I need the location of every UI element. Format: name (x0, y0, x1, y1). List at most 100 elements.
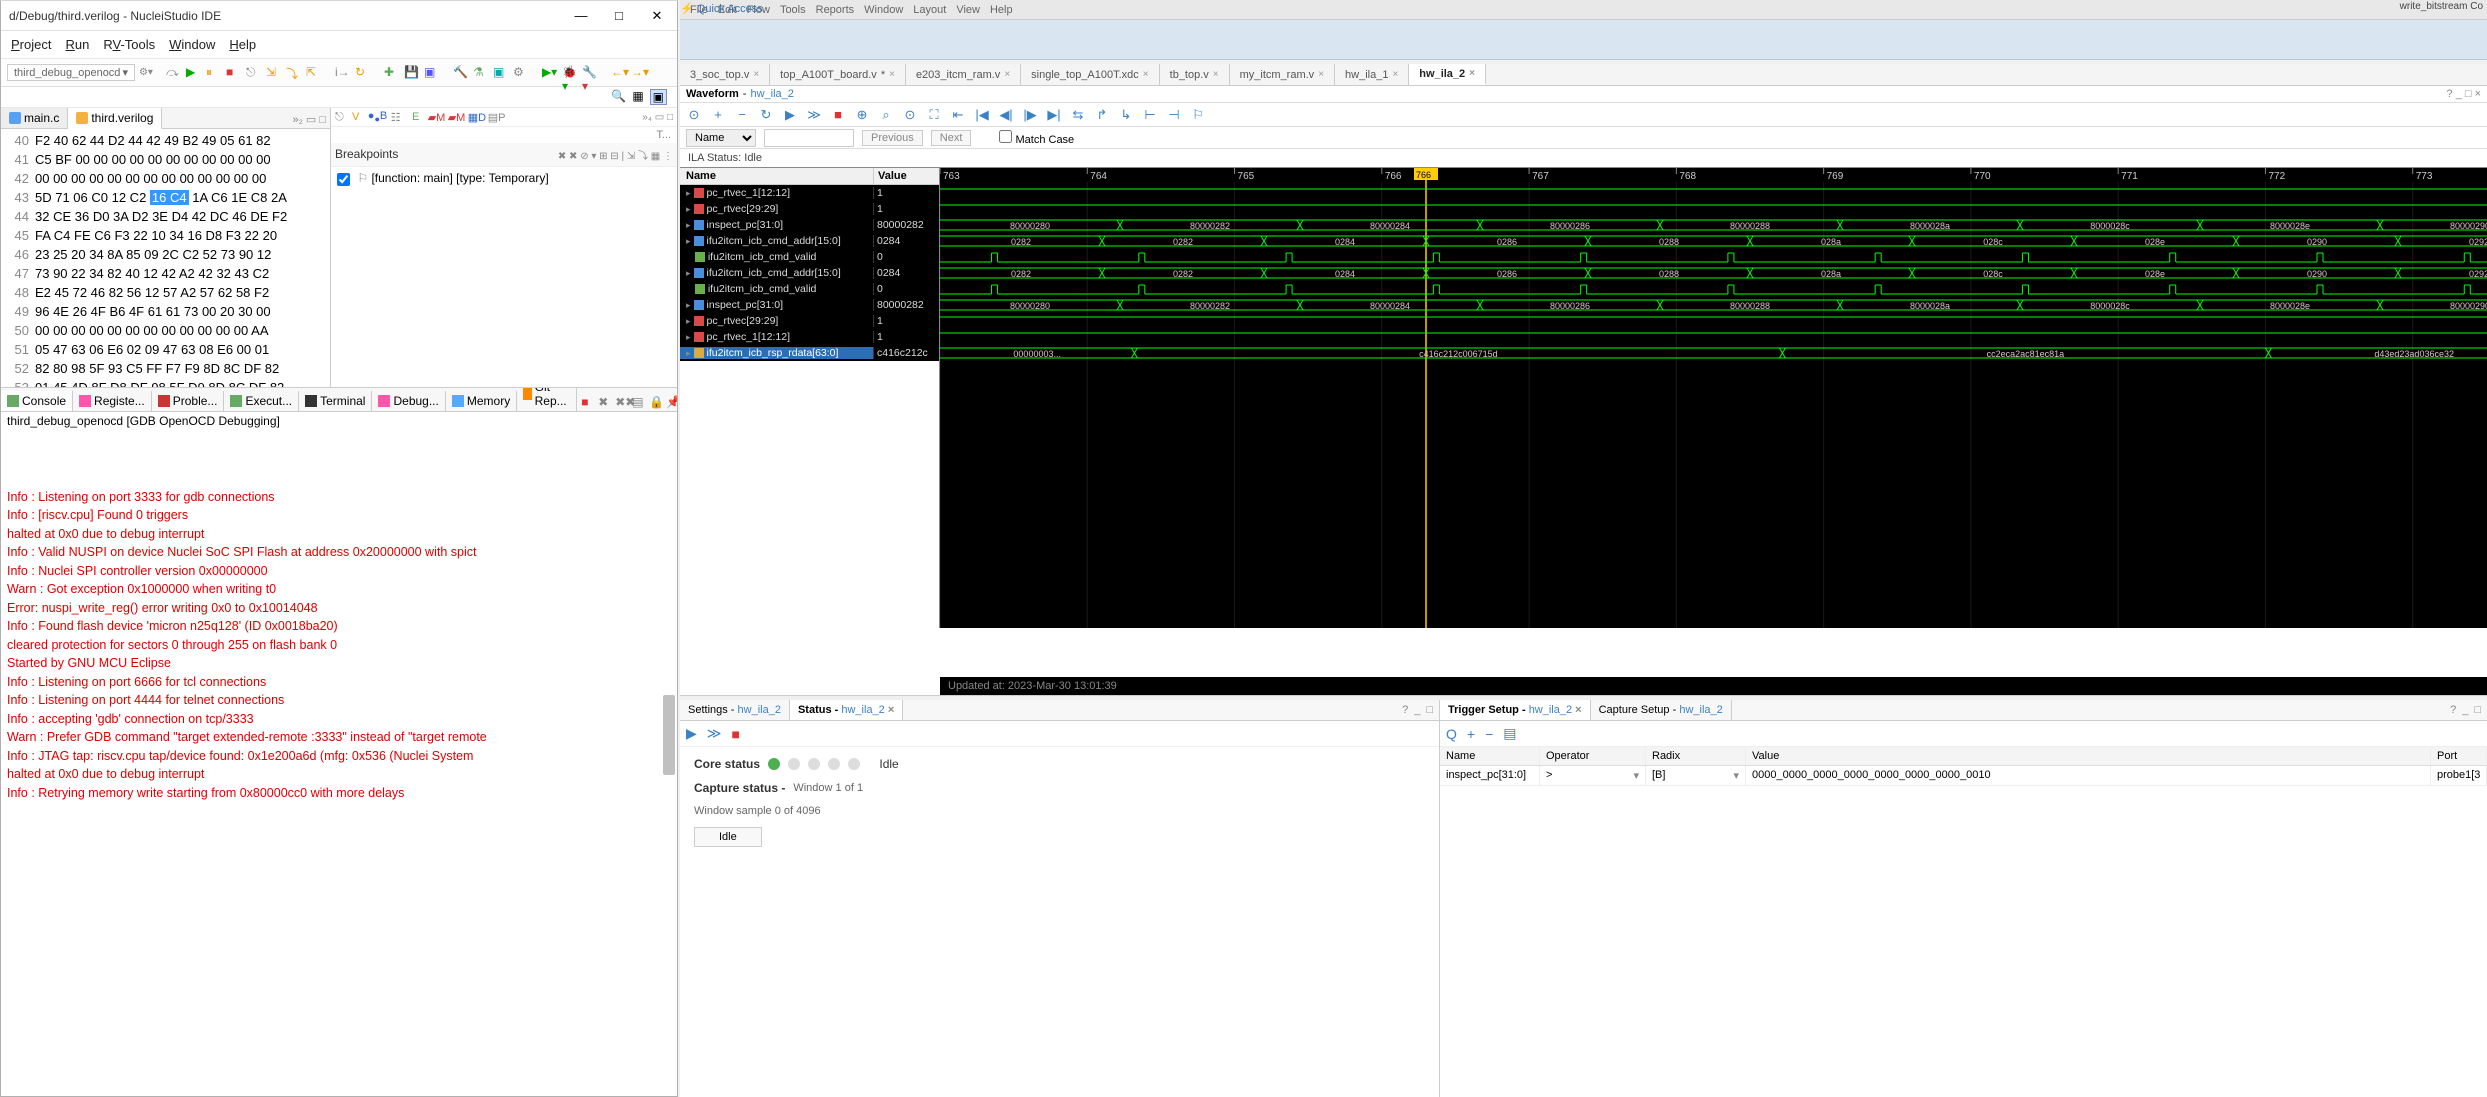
tab-main-c[interactable]: main.c (1, 108, 68, 128)
close-tab-icon[interactable]: × (889, 69, 895, 80)
rerun-icon[interactable]: ↻ (758, 107, 774, 123)
zoom-area-icon[interactable]: ⊙ (902, 107, 918, 123)
step-over-icon[interactable]: ⤵ (286, 65, 302, 81)
close-tab-icon[interactable]: × (753, 69, 759, 80)
step-return-icon[interactable]: ⇱ (306, 65, 322, 81)
save-all-icon[interactable]: ▣ (424, 65, 440, 81)
stop-icon[interactable]: ■ (226, 65, 242, 81)
forward-icon[interactable]: →▾ (631, 65, 647, 81)
search-field-combo[interactable]: Name (686, 129, 756, 147)
mod-m-icon[interactable]: ▰M (428, 111, 444, 124)
pause-icon[interactable]: ⏸ (206, 65, 222, 81)
signal-row[interactable]: ▸pc_rtvec_1[12:12]1 (680, 185, 939, 201)
close-tab-icon[interactable]: × (1318, 69, 1324, 80)
tab-a100t-board[interactable]: top_A100T_board.v *× (770, 64, 906, 85)
back-icon[interactable]: ←▾ (611, 65, 627, 81)
new-icon[interactable]: ✚ (384, 65, 400, 81)
tab-git[interactable]: Git Rep... (517, 388, 577, 411)
close-tab-icon[interactable]: × (1143, 69, 1149, 80)
launch-config-combo[interactable]: third_debug_openocd ▾ (7, 64, 135, 81)
add-icon[interactable]: + (710, 107, 726, 123)
flag-icon[interactable]: ⚐ (1190, 107, 1206, 123)
ffwd-icon[interactable]: ≫ (806, 107, 822, 123)
tab-console[interactable]: Console (1, 391, 73, 412)
debug-icon[interactable]: 🐞▾ (562, 65, 578, 81)
value-column-header[interactable]: Value (873, 168, 939, 184)
menu-help[interactable]: Help (229, 37, 256, 52)
ext-tools-icon[interactable]: 🔧▾ (582, 65, 598, 81)
minimize-button[interactable]: — (567, 5, 595, 27)
tab-debug[interactable]: Debug... (372, 391, 445, 411)
help-icon[interactable]: ? (1402, 704, 1408, 716)
search-icon[interactable]: 🔍 (611, 89, 626, 105)
status-play-icon[interactable]: ▶ (686, 725, 697, 742)
name-column-header[interactable]: Name (680, 168, 873, 184)
tab-hw-ila-2[interactable]: hw_ila_2 × (1409, 64, 1486, 85)
breakpoint-item[interactable]: ⚐ [function: main] [type: Temporary] (337, 171, 549, 185)
expr-e-icon[interactable]: E (408, 111, 424, 123)
trig-menu-icon[interactable]: ▤ (1503, 725, 1516, 742)
trig-hdr-name[interactable]: Name (1440, 747, 1540, 765)
resume-icon[interactable]: ▶ (186, 65, 202, 81)
go-start-icon[interactable]: |◀ (974, 107, 990, 123)
trig-hdr-value[interactable]: Value (1746, 747, 2431, 765)
pin-icon[interactable]: 📌 (666, 395, 677, 409)
close-tab-icon[interactable]: × (1469, 68, 1475, 79)
help-icon[interactable]: ? (2450, 704, 2456, 716)
tab-registers[interactable]: Registe... (73, 391, 152, 411)
tab-settings[interactable]: Settings - hw_ila_2 (680, 700, 790, 720)
tab-executables[interactable]: Execut... (224, 391, 299, 411)
close-tab-icon[interactable]: × (1392, 69, 1398, 80)
play-icon[interactable]: ▶ (782, 107, 798, 123)
var-v-icon[interactable]: V (348, 111, 364, 123)
instruction-step-icon[interactable]: i→ (335, 65, 351, 81)
save-icon[interactable]: 💾 (404, 65, 420, 81)
remove-icon[interactable]: ✖ (598, 395, 612, 409)
gear-icon[interactable]: ⚙ (513, 65, 529, 81)
next-button[interactable]: Next (931, 130, 972, 146)
perspective-icon[interactable]: ▣ (650, 89, 667, 105)
disconnect-icon[interactable]: ⎋ (246, 65, 262, 81)
tab-memory[interactable]: Memory (446, 391, 517, 411)
build-icon[interactable]: 🔨 (453, 65, 469, 81)
idle-button[interactable]: Idle (694, 827, 762, 847)
menu-run[interactable]: Run (65, 37, 89, 52)
run-icon[interactable]: ▶▾ (542, 65, 558, 81)
scroll-lock-icon[interactable]: 🔒 (649, 395, 663, 409)
signal-row[interactable]: ▸ifu2itcm_icb_cmd_addr[15:0]0284 (680, 265, 939, 281)
zoom-in-icon[interactable]: ⊕ (854, 107, 870, 123)
outline-icon[interactable]: ▦ (632, 89, 643, 105)
signal-row[interactable]: ▸ifu2itcm_icb_rsp_rdata[63:0]c416c212c (680, 345, 939, 361)
tab-trigger-setup[interactable]: Trigger Setup - hw_ila_2 × (1440, 700, 1591, 720)
menu-rvtools[interactable]: RV-Tools (103, 37, 155, 52)
maximize-button[interactable]: □ (605, 5, 633, 27)
remove-wave-icon[interactable]: − (734, 107, 750, 123)
signal-row[interactable]: ▸inspect_pc[31:0]80000282 (680, 217, 939, 233)
search-input[interactable] (764, 129, 854, 147)
signal-row[interactable]: ▸pc_rtvec[29:29]1 (680, 201, 939, 217)
restart-icon[interactable]: ↻ (355, 65, 371, 81)
max-icon[interactable]: □ (1426, 704, 1433, 716)
tab-hw-ila-1[interactable]: hw_ila_1 × (1335, 64, 1409, 85)
go-end-icon[interactable]: ▶| (1046, 107, 1062, 123)
clear-icon[interactable]: ▤ (632, 395, 646, 409)
tab-third-verilog[interactable]: third.verilog (68, 108, 162, 129)
waveform-canvas[interactable]: 7637647657667677687697707717727737668000… (940, 168, 2487, 628)
status-ffwd-icon[interactable]: ≫ (707, 725, 722, 742)
falling-icon[interactable]: ↳ (1118, 107, 1134, 123)
prev-edge-icon[interactable]: ◀| (998, 107, 1014, 123)
chip-icon[interactable]: ▣ (493, 65, 509, 81)
breakpoint-checkbox[interactable] (337, 173, 350, 186)
quick-access-link[interactable]: ⚡ Quick Access (680, 2, 763, 15)
marker2-icon[interactable]: ⊢ (1142, 107, 1158, 123)
min-icon[interactable]: _ (1414, 704, 1420, 716)
tab-soc-top[interactable]: 3_soc_top.v × (680, 64, 770, 85)
rising-icon[interactable]: ↱ (1094, 107, 1110, 123)
close-tab-icon[interactable]: × (1004, 69, 1010, 80)
close-button[interactable]: ✕ (643, 5, 671, 27)
remove-all-icon[interactable]: ✖✖ (615, 395, 629, 409)
waveform-link[interactable]: hw_ila_2 (750, 88, 793, 100)
tab-terminal[interactable]: Terminal (299, 391, 372, 411)
swap-icon[interactable]: ⇆ (1070, 107, 1086, 123)
zoom-out-icon[interactable]: ⌕ (878, 107, 894, 123)
